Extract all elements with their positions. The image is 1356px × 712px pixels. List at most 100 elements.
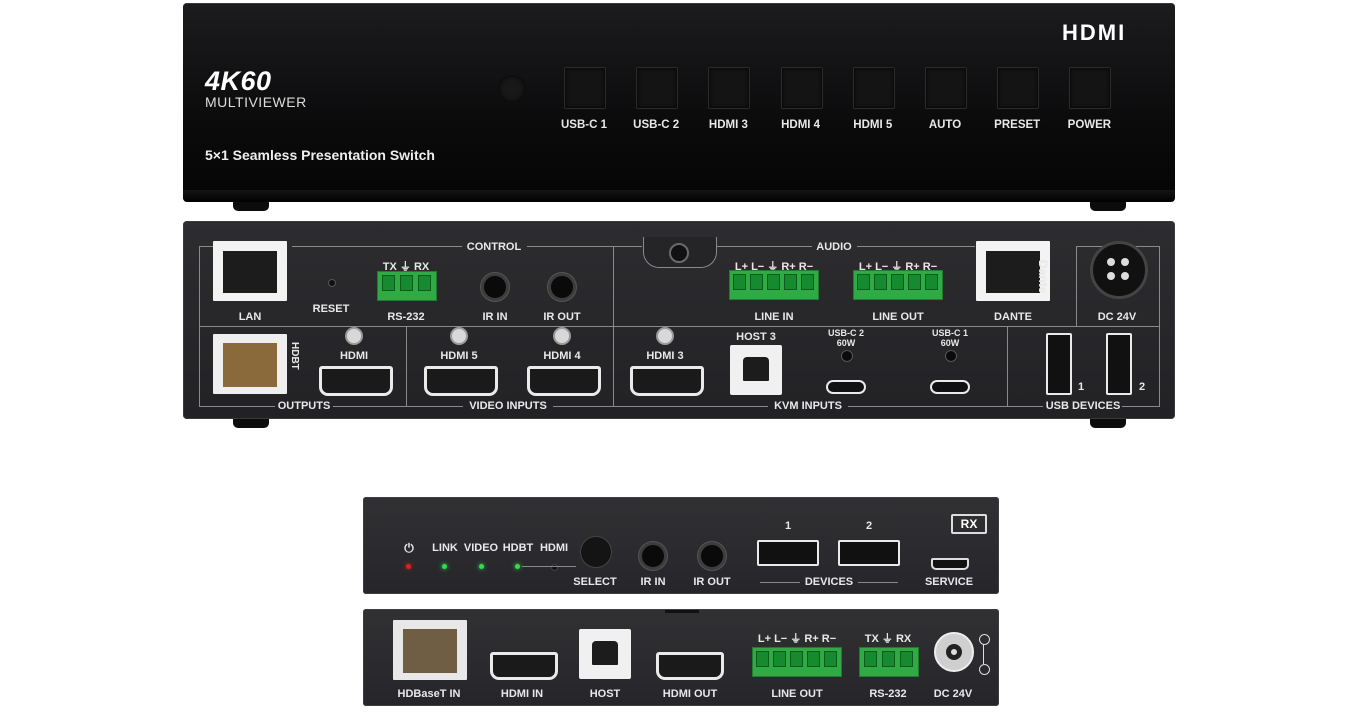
service-label: SERVICE <box>924 576 974 588</box>
panel-divider <box>1076 246 1077 326</box>
hdmi-logo: HDMI <box>1062 20 1127 45</box>
screw-icon <box>669 243 689 263</box>
hdmi5-label: HDMI 5 <box>440 350 478 362</box>
hdbaset-in-port[interactable] <box>393 620 467 680</box>
line-out-terminal[interactable] <box>853 270 943 300</box>
select-button[interactable] <box>580 536 612 568</box>
ir-in-jack[interactable] <box>481 273 509 301</box>
model-subtitle: MULTIVIEWER <box>205 94 307 110</box>
panel-outline <box>199 246 213 247</box>
hdmi-led-label: HDMI <box>539 542 569 554</box>
panel-outline <box>333 406 463 407</box>
rx-hdmi-out-port[interactable] <box>656 652 724 680</box>
front-button-label: AUTO <box>928 119 962 131</box>
ir-in-label: IR IN <box>482 311 508 323</box>
video-label: VIDEO <box>463 542 499 554</box>
reset-pinhole[interactable] <box>328 279 336 287</box>
power-led <box>406 564 411 569</box>
reset-label: RESET <box>312 303 350 315</box>
front-button-label: USB-C 1 <box>560 119 608 131</box>
rx-ir-out-label: IR OUT <box>693 576 731 588</box>
usbc2-port[interactable] <box>826 380 866 394</box>
front-button-label: USB-C 2 <box>633 119 680 131</box>
usbc1-label: USB-C 1 <box>931 328 969 338</box>
rx-hdmi-in-port[interactable] <box>490 652 558 680</box>
front-button-hdmi-3[interactable] <box>708 67 751 109</box>
rx-ir-in-jack[interactable] <box>639 542 667 570</box>
section-audio: AUDIO <box>816 241 852 253</box>
rx-line-out-terminal[interactable] <box>752 647 842 677</box>
usbc2-watt: 60W <box>836 338 856 348</box>
lan-label: LAN <box>238 311 262 323</box>
hdmi4-input-port[interactable] <box>527 366 601 396</box>
dc-power-connector[interactable] <box>1090 241 1148 299</box>
rx-dc-power-jack[interactable] <box>934 632 974 672</box>
hdbt-led-label: HDBT <box>502 542 534 554</box>
rx-hdmi-in-label: HDMI IN <box>500 688 544 700</box>
section-usb-devices: USB DEVICES <box>1045 400 1121 412</box>
rx-usb-device-1-port[interactable] <box>757 540 819 566</box>
foot <box>233 202 269 211</box>
panel-outline <box>527 246 642 247</box>
hdmi3-connector <box>656 327 674 345</box>
rx-ir-in-label: IR IN <box>640 576 666 588</box>
panel-divider <box>406 326 407 407</box>
front-button-usb-c-2[interactable] <box>636 67 679 109</box>
lan-port[interactable] <box>213 241 287 301</box>
model-title: 4K60 <box>205 66 272 96</box>
front-button-power[interactable] <box>1069 67 1112 109</box>
front-button-usb-c-1[interactable] <box>564 67 606 109</box>
rx-rs232-terminal[interactable] <box>859 647 919 677</box>
hdmi-output-port[interactable] <box>319 366 393 396</box>
usbc1-watt: 60W <box>940 338 960 348</box>
front-button-preset[interactable] <box>997 67 1040 109</box>
device-2-number: 2 <box>865 520 873 532</box>
line-in-terminal[interactable] <box>729 270 819 300</box>
panel-outline <box>1122 406 1160 407</box>
hdmi-output-led-connector <box>345 327 363 345</box>
front-button-hdmi-5[interactable] <box>852 67 895 109</box>
usbc1-port[interactable] <box>930 380 970 394</box>
usbc2-label: USB-C 2 <box>827 328 865 338</box>
usb-device-1-port[interactable] <box>1046 333 1072 395</box>
rx-host-label: HOST <box>589 688 621 700</box>
ir-sensor-window <box>498 75 526 103</box>
rx-rs232-label: RS-232 <box>869 688 907 700</box>
section-kvm-inputs: KVM INPUTS <box>774 400 842 412</box>
front-button-label: HDMI 5 <box>853 119 893 131</box>
usbc2-led <box>841 350 853 362</box>
hdmi3-label: HDMI 3 <box>646 350 684 362</box>
section-video-inputs: VIDEO INPUTS <box>469 400 547 412</box>
hdbt-output-port[interactable] <box>213 334 287 394</box>
link-led <box>442 564 447 569</box>
dante-logo: Dante <box>1036 260 1050 294</box>
ir-out-jack[interactable] <box>548 273 576 301</box>
usb-device-2-port[interactable] <box>1106 333 1132 395</box>
panel-divider <box>613 246 614 407</box>
panel-outline <box>857 246 975 247</box>
rx-line-out-label: LINE OUT <box>771 688 823 700</box>
rx-line-out-pin-labels: L+ L− ⏚ R+ R− <box>757 633 837 645</box>
line-out-label: LINE OUT <box>872 311 924 323</box>
usb-b-host3-port[interactable] <box>730 345 782 395</box>
tagline: 5×1 Seamless Presentation Switch <box>205 147 435 163</box>
foot <box>233 419 269 428</box>
front-button-hdmi-4[interactable] <box>780 67 823 109</box>
select-label: SELECT <box>573 576 617 588</box>
led-connector-line <box>522 566 576 567</box>
hdmi3-input-port[interactable] <box>630 366 704 396</box>
front-button-auto[interactable] <box>925 67 967 109</box>
hdbt-led <box>515 564 520 569</box>
rx-usb-host-port[interactable] <box>579 629 631 679</box>
receiver-front-panel <box>363 497 999 594</box>
rx-ir-out-jack[interactable] <box>698 542 726 570</box>
devices-line <box>858 582 898 583</box>
panel-outline <box>199 406 275 407</box>
rs232-terminal[interactable] <box>377 271 437 301</box>
service-micro-usb-port[interactable] <box>931 558 969 570</box>
rx-usb-device-2-port[interactable] <box>838 540 900 566</box>
front-panel-lip <box>183 190 1175 202</box>
hdmi5-input-port[interactable] <box>424 366 498 396</box>
rx-rs232-pin-labels: TX ⏚ RX <box>864 633 912 645</box>
polarity-icon <box>978 634 990 675</box>
